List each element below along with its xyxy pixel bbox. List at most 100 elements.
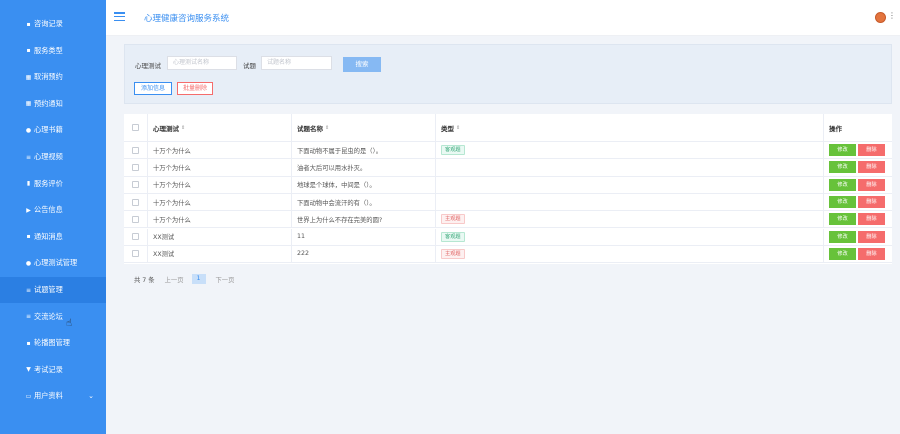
table-row: 十万个为什么 世界上为什么不存在完美的圆? 主观题 修改 删除 bbox=[124, 211, 892, 229]
edit-button[interactable]: 修改 bbox=[829, 161, 856, 174]
search-button[interactable]: 搜索 bbox=[343, 57, 381, 72]
delete-button[interactable]: 删除 bbox=[858, 196, 885, 209]
cell-test: 十万个为什么 bbox=[148, 211, 292, 228]
sidebar-item-label: 心理视频 bbox=[34, 152, 63, 161]
pager-next[interactable]: 下一页 bbox=[216, 275, 235, 284]
delete-button[interactable]: 删除 bbox=[858, 247, 885, 260]
cell-op: 修改 删除 bbox=[824, 229, 892, 245]
list-icon: ≡ bbox=[25, 153, 32, 161]
filter-icon: ▼ bbox=[26, 366, 31, 374]
menu-toggle-icon[interactable] bbox=[114, 12, 125, 21]
sidebar-item[interactable]: ● 心理书籍 bbox=[0, 117, 106, 143]
table-row: 十万个为什么 下面动物中会流汗的有（）。 修改 删除 bbox=[124, 193, 892, 212]
row-select-cell bbox=[124, 142, 148, 159]
cell-test: 十万个为什么 bbox=[148, 193, 292, 211]
row-select-cell bbox=[124, 211, 148, 228]
select-all-checkbox[interactable] bbox=[132, 124, 139, 131]
select-all-cell bbox=[124, 114, 148, 141]
sidebar-item[interactable]: ▶ 公告信息 bbox=[0, 197, 106, 223]
cell-test: 十万个为什么 bbox=[148, 142, 292, 159]
edit-button[interactable]: 修改 bbox=[829, 247, 856, 260]
cell-type: 客观题 bbox=[436, 142, 824, 159]
row-checkbox[interactable] bbox=[132, 250, 139, 258]
header-op: 操作 bbox=[829, 124, 842, 133]
edit-button[interactable]: 修改 bbox=[829, 196, 856, 209]
sidebar-item[interactable]: ● 心理测试管理 bbox=[0, 250, 106, 276]
sidebar-item-label: 用户资料 bbox=[34, 391, 63, 401]
question-table: 心理测试 ⇕ 试题名称 ⇕ 类型 ⇕ 操作 十万个为什么 下面动物不属于昆虫的是（）。客… bbox=[124, 114, 892, 264]
pager-prev[interactable]: 上一页 bbox=[165, 275, 184, 284]
batch-delete-button[interactable]: 批量删除 bbox=[177, 82, 213, 95]
test-filter-input[interactable]: 心理测试名称 bbox=[167, 56, 237, 70]
delete-button[interactable]: 删除 bbox=[858, 230, 885, 243]
delete-button[interactable]: 删除 bbox=[858, 144, 885, 157]
lock-icon: ▪ bbox=[26, 233, 31, 241]
sidebar-item[interactable]: ▦ 预约通知 bbox=[0, 91, 106, 117]
sidebar-item[interactable]: ▪ 轮播图管理 bbox=[0, 330, 106, 356]
row-checkbox[interactable] bbox=[132, 198, 139, 206]
avatar[interactable] bbox=[875, 12, 886, 23]
delete-button[interactable]: 删除 bbox=[858, 213, 885, 226]
cell-name: 油者大后可以用水扑灭。 bbox=[292, 159, 436, 176]
row-select-cell bbox=[124, 245, 148, 263]
cell-type bbox=[436, 176, 824, 193]
row-checkbox[interactable] bbox=[132, 181, 139, 189]
add-button[interactable]: 添加信息 bbox=[134, 82, 172, 95]
edit-button[interactable]: 修改 bbox=[829, 144, 856, 157]
sidebar-item-label: 轮播图管理 bbox=[34, 338, 70, 348]
sort-icon: ⇕ bbox=[325, 124, 330, 131]
sidebar-item[interactable]: ▭ 用户资料 ⌄ bbox=[0, 383, 106, 409]
test-filter-label: 心理测试 bbox=[135, 62, 161, 70]
delete-button[interactable]: 删除 bbox=[858, 161, 885, 174]
top-header: 心理健康咨询服务系统 ⋮ bbox=[106, 0, 900, 36]
row-checkbox[interactable] bbox=[132, 146, 139, 154]
sidebar-item[interactable]: ≡ 试题管理 bbox=[0, 277, 106, 303]
cell-test: 十万个为什么 bbox=[148, 176, 292, 193]
sidebar-item-label: 取消预约 bbox=[34, 72, 63, 82]
row-select-cell bbox=[124, 159, 148, 176]
edit-button[interactable]: 修改 bbox=[829, 178, 856, 191]
chat-icon: ▪ bbox=[26, 20, 31, 28]
sidebar-item-label: 预约通知 bbox=[34, 98, 63, 108]
edit-button[interactable]: 修改 bbox=[829, 213, 856, 226]
mouse-cursor-icon: ☝ bbox=[66, 318, 73, 329]
cell-name: 世界上为什么不存在完美的圆? bbox=[292, 211, 436, 228]
pager-current[interactable]: 1 bbox=[191, 274, 206, 284]
more-icon[interactable]: ⋮ bbox=[888, 11, 896, 20]
sidebar: ▪ 咨询记录 ▪ 服务类型 ▦ 取消预约 ▦ 预约通知 ● 心理书籍 ≡ 心理视频 ▮ 服务评价 ▶ 公告信息… bbox=[0, 0, 106, 434]
sidebar-item[interactable]: ▪ 服务类型 bbox=[0, 38, 106, 64]
table-row: XX测试 222 主观题 修改 删除 bbox=[124, 245, 892, 264]
grid-icon: ▦ bbox=[25, 73, 32, 81]
table-row: 十万个为什么 下面动物不属于昆虫的是（）。 客观题 修改 删除 bbox=[124, 142, 892, 160]
bar-chart-icon: ▮ bbox=[26, 180, 31, 188]
row-select-cell bbox=[124, 228, 148, 245]
flag-icon: ▶ bbox=[26, 206, 31, 214]
sidebar-item-label: 试题管理 bbox=[34, 285, 63, 294]
delete-button[interactable]: 删除 bbox=[858, 178, 885, 191]
sidebar-item[interactable]: ▪ 咨询记录 bbox=[0, 11, 106, 37]
question-filter-input[interactable]: 试题名称 bbox=[261, 56, 332, 70]
row-checkbox[interactable] bbox=[132, 163, 139, 171]
sidebar-item[interactable]: ▪ 通知消息 bbox=[0, 224, 106, 250]
sidebar-item[interactable]: ▼ 考试记录 bbox=[0, 357, 106, 383]
doc-icon: ≡ bbox=[25, 313, 32, 321]
sidebar-item[interactable]: ▮ 服务评价 bbox=[0, 171, 106, 197]
sidebar-item[interactable]: ▦ 取消预约 bbox=[0, 64, 106, 90]
sidebar-item[interactable]: ≡ 心理视频 bbox=[0, 144, 106, 170]
sidebar-item[interactable]: ≡ 交流论坛 bbox=[0, 304, 106, 330]
cell-name: 11 bbox=[292, 228, 436, 245]
sidebar-item-label: 心理书籍 bbox=[34, 125, 63, 135]
cell-type bbox=[436, 193, 824, 211]
edit-button[interactable]: 修改 bbox=[829, 230, 856, 243]
sidebar-item-label: 咨询记录 bbox=[34, 19, 63, 28]
sidebar-item-label: 服务评价 bbox=[34, 178, 63, 188]
header-name[interactable]: 试题名称 ⇕ bbox=[292, 114, 436, 141]
row-checkbox[interactable] bbox=[132, 233, 139, 241]
user-icon: ● bbox=[25, 126, 32, 134]
header-type[interactable]: 类型 ⇕ bbox=[436, 114, 824, 141]
cell-type: 主观题 bbox=[436, 245, 824, 263]
header-test[interactable]: 心理测试 ⇕ bbox=[148, 114, 292, 141]
row-checkbox[interactable] bbox=[132, 215, 139, 223]
pagination: 共 7 条 上一页 1 下一页 bbox=[134, 273, 234, 285]
cell-test: XX测试 bbox=[148, 228, 292, 245]
